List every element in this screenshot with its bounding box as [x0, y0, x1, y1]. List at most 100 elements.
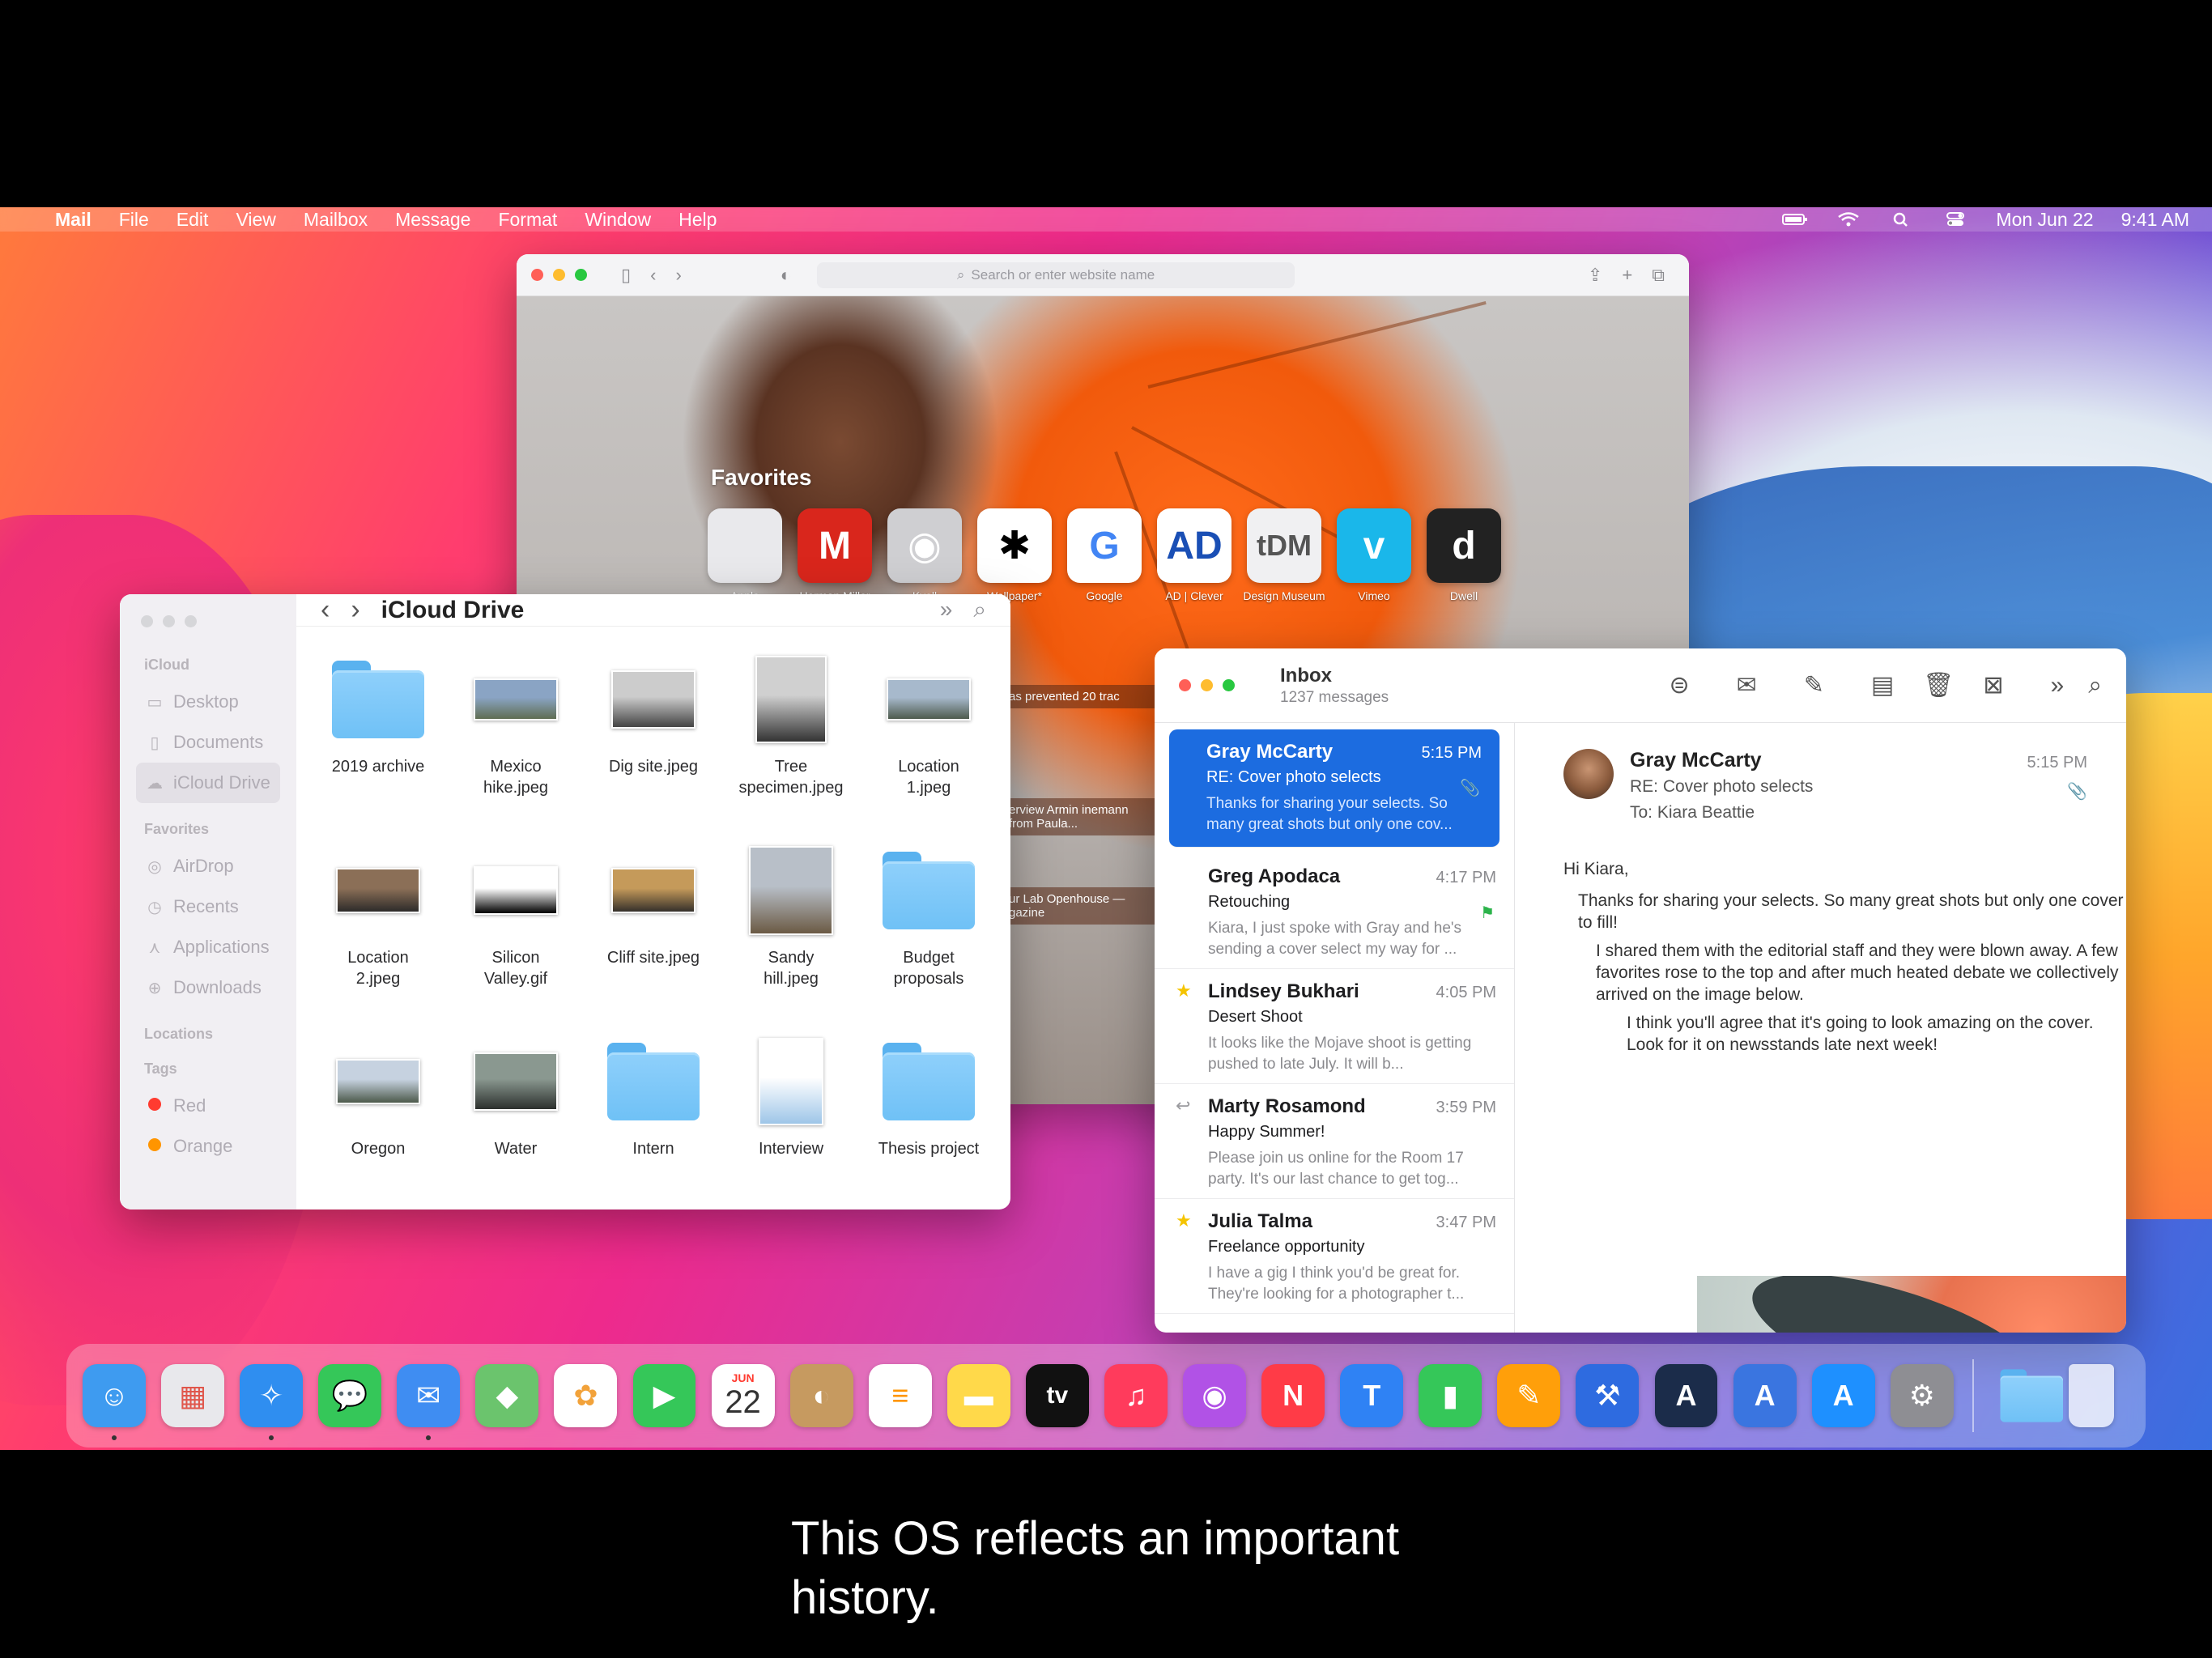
snippet-card[interactable]: ur Lab Openhouse — gazine — [1002, 887, 1156, 925]
zoom-button[interactable] — [1223, 679, 1235, 691]
safari-icon[interactable]: ✧ — [240, 1364, 304, 1440]
file-item[interactable]: Silicon Valley.gif — [447, 834, 585, 1025]
back-icon[interactable]: ‹ — [321, 594, 330, 626]
share-icon[interactable]: ⇪ — [1588, 265, 1602, 286]
calendar-icon[interactable]: JUN 22 — [711, 1364, 775, 1427]
file-item[interactable]: Location 1.jpeg — [860, 643, 998, 834]
control-center-icon[interactable] — [1942, 211, 1968, 227]
search-icon[interactable]: ⌕ — [2088, 672, 2102, 699]
minimize-button[interactable] — [1201, 679, 1213, 691]
sidebar-item-airdrop[interactable]: ◎ AirDrop — [136, 846, 280, 886]
sidebar-item-documents[interactable]: ▯ Documents — [136, 722, 280, 763]
tab-overview-icon[interactable]: ⧉ — [1652, 265, 1665, 286]
xcode-icon[interactable]: ⚒ — [1576, 1364, 1640, 1427]
facetime-icon[interactable]: ▶ — [632, 1364, 696, 1427]
menu-message[interactable]: Message — [395, 209, 470, 231]
menu-edit[interactable]: Edit — [177, 209, 209, 231]
message-row[interactable]: Julia Talma 3:47 PM Freelance opportunity I… — [1155, 1199, 1514, 1314]
file-item[interactable]: 2019 archive — [309, 643, 447, 834]
message-row[interactable]: Marty Rosamond 3:59 PM Happy Summer! Please… — [1155, 1084, 1514, 1199]
favorite-apple[interactable]: Apple — [708, 508, 782, 602]
notes-icon[interactable]: ▬ — [946, 1364, 1010, 1427]
reminders-icon[interactable]: ≡ — [868, 1364, 932, 1427]
menu-help[interactable]: Help — [678, 209, 717, 231]
file-item[interactable]: Mexico hike.jpeg — [447, 643, 585, 834]
message-row[interactable]: Greg Apodaca 4:17 PM Retouching Kiara, I ju… — [1155, 854, 1514, 969]
app-store-icon[interactable]: A — [1811, 1364, 1875, 1427]
attachment-icon[interactable]: 📎 — [2067, 781, 2087, 801]
inline-image-attachment[interactable] — [1697, 1276, 2126, 1333]
sidebar-item-desktop[interactable]: ▭ Desktop — [136, 682, 280, 722]
file-item[interactable]: Budget proposals — [860, 834, 998, 1025]
trash-icon[interactable]: 🗑 — [1923, 671, 1954, 699]
file-item[interactable]: Sandy hill.jpeg — [722, 834, 860, 1025]
search-icon[interactable]: ⌕ — [973, 597, 986, 623]
favorite-google[interactable]: G Google — [1067, 508, 1142, 602]
address-bar[interactable]: ⌕ Search or enter website name — [817, 261, 1295, 288]
numbers-icon[interactable]: ▮ — [1419, 1364, 1482, 1427]
favorite-herman-miller[interactable]: MHerman Miller — [798, 508, 872, 602]
file-item[interactable]: Location 2.jpeg — [309, 834, 447, 1025]
snippet-card[interactable]: as prevented 20 trac — [1002, 685, 1156, 708]
trash-icon[interactable] — [2069, 1364, 2114, 1427]
snippet-card[interactable]: erview Armin inemann from Paula... — [1002, 798, 1156, 835]
sidebar-item-downloads[interactable]: ⊕ Downloads — [136, 967, 280, 1008]
menu-app-mail[interactable]: Mail — [55, 209, 91, 231]
file-item[interactable]: Oregon — [309, 1025, 447, 1209]
spotlight-search-icon[interactable] — [1889, 211, 1915, 227]
contacts-icon[interactable]: ◐ — [789, 1364, 853, 1427]
message-row[interactable]: Gray McCarty 5:15 PM RE: Cover photo selec… — [1169, 729, 1499, 848]
forward-icon[interactable]: › — [351, 594, 359, 626]
menu-format[interactable]: Format — [498, 209, 557, 231]
tv-icon[interactable]: tv — [1025, 1364, 1089, 1427]
finder-icon[interactable]: ☺ — [83, 1364, 146, 1440]
archive-icon[interactable]: ▤ — [1871, 671, 1894, 699]
zoom-button[interactable] — [575, 269, 587, 281]
file-item[interactable]: Tree specimen.jpeg — [722, 643, 860, 834]
wifi-icon[interactable] — [1836, 211, 1861, 227]
menu-bar-date[interactable]: Mon Jun 22 — [1996, 209, 2093, 231]
sidebar-tag-orange[interactable]: Orange — [136, 1126, 280, 1167]
privacy-shield-icon[interactable]: ◐ — [781, 265, 791, 286]
maps-icon[interactable]: ◆ — [475, 1364, 539, 1427]
favorite-kvell[interactable]: ◉Kvell — [887, 508, 962, 602]
sidebar-tag-red[interactable]: Red — [136, 1086, 280, 1126]
file-item[interactable]: Thesis project — [860, 1025, 998, 1209]
file-item[interactable]: Water — [447, 1025, 585, 1209]
downloads-folder-icon[interactable] — [1990, 1364, 2063, 1427]
keynote-icon[interactable]: T — [1340, 1364, 1404, 1427]
close-button[interactable] — [531, 269, 543, 281]
music-icon[interactable]: ♫ — [1104, 1364, 1168, 1427]
menu-view[interactable]: View — [236, 209, 275, 231]
pages-icon[interactable]: ✎ — [1497, 1364, 1561, 1427]
menu-window[interactable]: Window — [585, 209, 651, 231]
messages-icon[interactable]: 💬 — [318, 1364, 382, 1427]
forward-icon[interactable]: › — [675, 265, 681, 286]
favorite-wallpaper-[interactable]: ✱ Wallpaper* — [977, 508, 1052, 602]
recipient-name[interactable]: Kiara Beattie — [1657, 803, 1755, 822]
favorite-dwell[interactable]: d Dwell — [1427, 508, 1501, 602]
menu-file[interactable]: File — [119, 209, 149, 231]
battery-icon[interactable] — [1782, 211, 1808, 227]
instruments-icon[interactable]: A — [1654, 1364, 1718, 1427]
compose-icon[interactable]: ✎ — [1804, 671, 1824, 699]
file-item[interactable]: Interview — [722, 1025, 860, 1209]
sidebar-item-icloud-drive[interactable]: ☁ iCloud Drive — [136, 763, 280, 803]
sidebar-item-recents[interactable]: ◷ Recents — [136, 886, 280, 927]
close-button[interactable] — [1179, 679, 1191, 691]
photos-icon[interactable]: ✿ — [554, 1364, 618, 1427]
close-button[interactable] — [141, 615, 153, 627]
more-chevron-icon[interactable]: » — [2051, 672, 2065, 699]
news-icon[interactable]: N — [1261, 1364, 1325, 1427]
sidebar-toggle-icon[interactable]: ▯ — [621, 265, 631, 286]
file-item[interactable]: Cliff site.jpeg — [585, 834, 722, 1025]
favorite-vimeo[interactable]: v Vimeo — [1337, 508, 1411, 602]
menu-bar-clock[interactable]: 9:41 AM — [2121, 209, 2189, 231]
zoom-button[interactable] — [185, 615, 197, 627]
sidebar-item-applications[interactable]: ⋏ Applications — [136, 927, 280, 967]
junk-icon[interactable]: ⊠ — [1983, 671, 2003, 699]
launchpad-icon[interactable]: ▦ — [161, 1364, 224, 1427]
menu-mailbox[interactable]: Mailbox — [304, 209, 368, 231]
new-tab-icon[interactable]: + — [1622, 265, 1632, 286]
file-item[interactable]: Intern — [585, 1025, 722, 1209]
